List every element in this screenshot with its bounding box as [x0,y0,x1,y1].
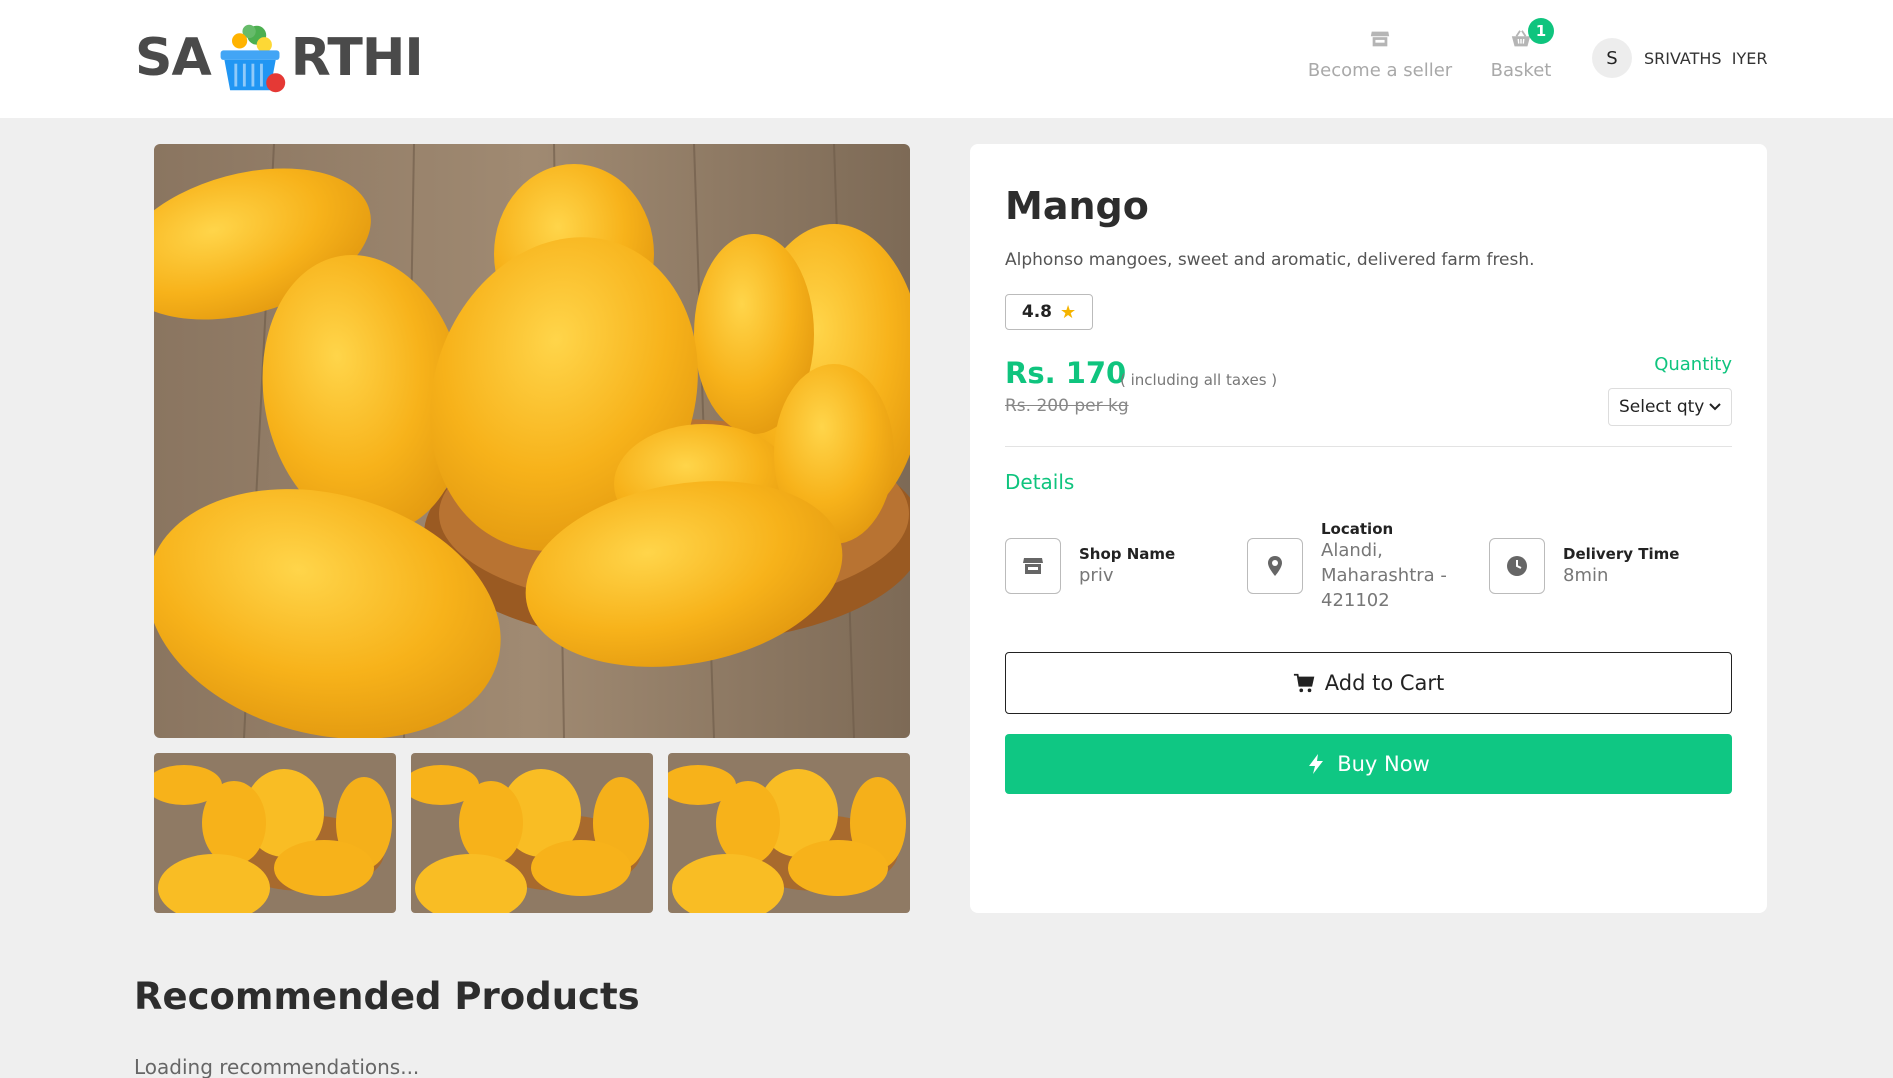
quantity-select-value: Select qty [1619,397,1705,417]
quantity-label: Quantity [1654,354,1732,375]
product-thumbnail[interactable] [668,753,910,913]
clock-icon [1489,538,1545,594]
location-label: Location [1321,519,1394,538]
user-name: SRIVATHS IYER [1644,48,1768,68]
tax-note: ( including all taxes ) [1120,371,1278,389]
become-seller-label: Become a seller [1307,60,1453,81]
recommended-heading: Recommended Products [134,975,640,1018]
shop-detail: Shop Name priv [1005,516,1175,616]
divider [1005,446,1732,447]
buy-now-label: Buy Now [1337,752,1430,776]
delivery-time-label: Delivery Time [1563,544,1680,563]
location-detail: Location Alandi, Maharashtra - 421102 [1247,516,1467,616]
store-icon [1005,538,1061,594]
logo-text-right: RTHI [290,28,424,88]
lightning-icon [1309,754,1324,774]
delivery-time-value: 8min [1563,564,1609,586]
shop-name-label: Shop Name [1079,544,1176,563]
mango-thumbnail-image [411,753,653,913]
product-title: Mango [1005,184,1149,228]
original-price: Rs. 200 per kg [1005,396,1129,416]
product-main-image [154,144,910,738]
rating-value: 4.8 [1021,302,1052,322]
mango-basket-image [154,144,910,738]
basket-logo-icon [220,24,285,93]
add-to-cart-button[interactable]: Add to Cart [1005,652,1732,714]
recommended-loading-text: Loading recommendations... [134,1055,420,1078]
basket-label: Basket [1490,60,1552,81]
current-price: Rs. 170 [1005,356,1127,390]
avatar: S [1592,38,1632,78]
mango-thumbnail-image [668,753,910,913]
user-menu[interactable]: S SRIVATHS IYER [1592,38,1767,78]
buy-now-button[interactable]: Buy Now [1005,734,1732,794]
shop-name-value: priv [1079,564,1114,586]
store-icon [1370,31,1390,47]
details-heading: Details [1005,470,1075,494]
become-seller-link[interactable]: Become a seller [1305,28,1455,81]
top-header: SA RTHI Become a seller 1 Basket S SRIVA… [0,0,1893,118]
quantity-select[interactable]: Select qty [1608,388,1732,426]
chevron-down-icon [1709,403,1721,411]
delivery-detail: Delivery Time 8min [1489,516,1679,616]
logo[interactable]: SA RTHI [135,18,424,98]
product-thumbnail[interactable] [411,753,653,913]
add-to-cart-label: Add to Cart [1324,671,1445,695]
product-description: Alphonso mangoes, sweet and aromatic, de… [1005,250,1535,270]
map-pin-icon [1247,538,1303,594]
basket-count-badge: 1 [1528,18,1554,44]
product-thumbnail[interactable] [154,753,396,913]
product-detail-card: Mango Alphonso mangoes, sweet and aromat… [970,144,1767,913]
cart-icon [1293,673,1315,693]
location-value: Alandi, Maharashtra - 421102 [1321,539,1447,611]
logo-text-left: SA [135,28,212,88]
rating-badge: 4.8 ★ [1005,294,1093,330]
basket-link[interactable]: 1 Basket [1478,18,1564,81]
mango-thumbnail-image [154,753,396,913]
star-icon: ★ [1059,301,1077,323]
